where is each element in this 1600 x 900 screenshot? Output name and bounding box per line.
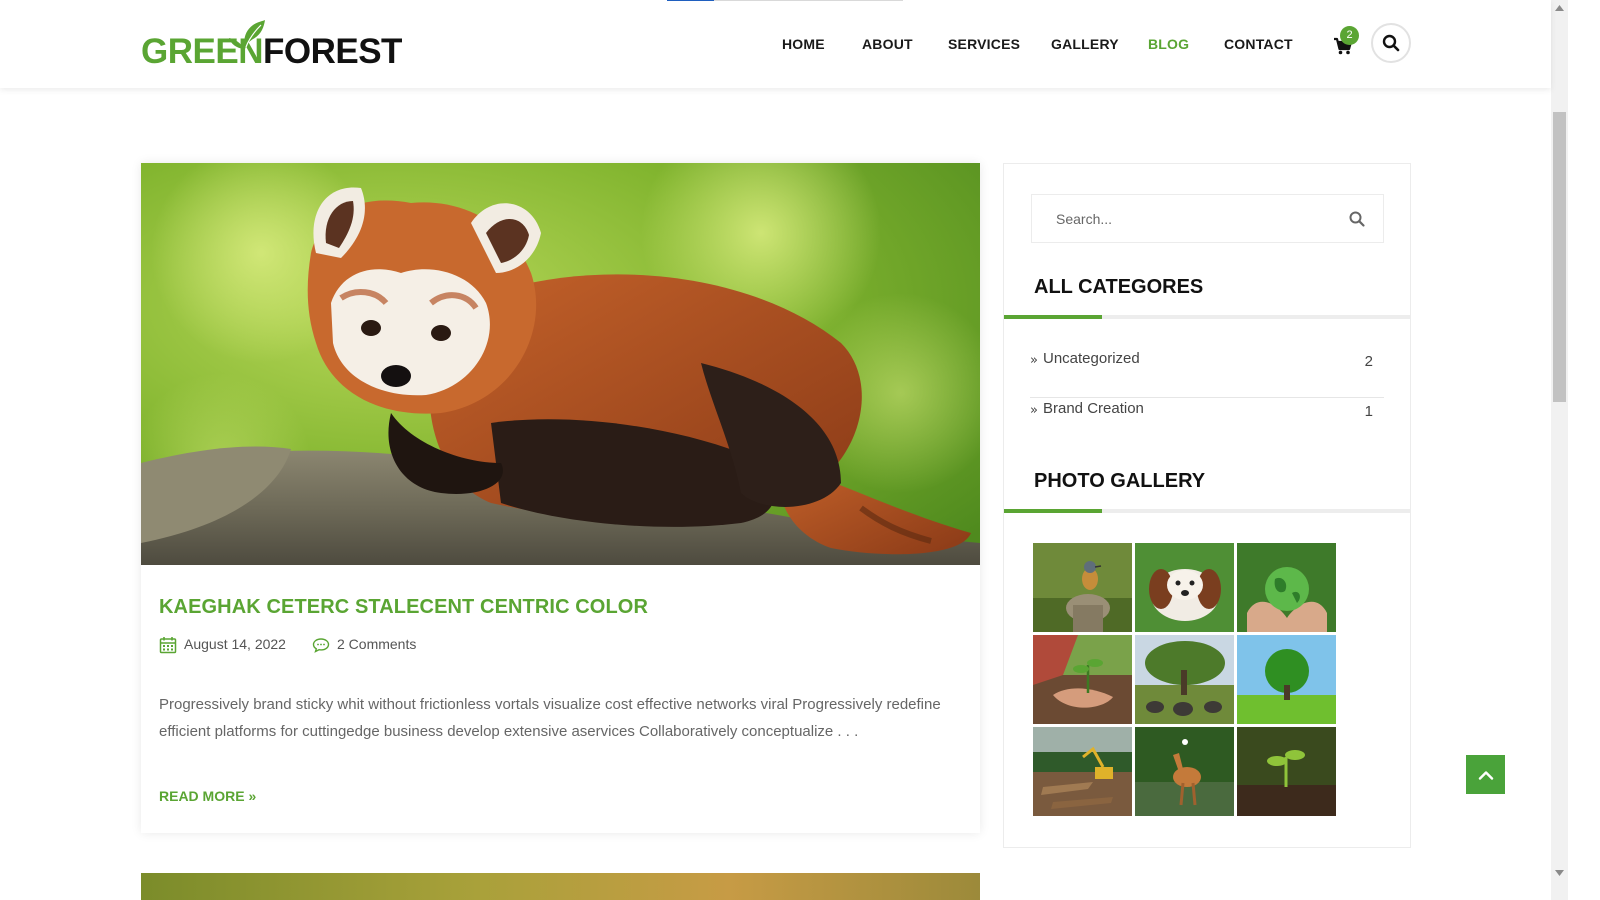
post-featured-image[interactable] [141, 163, 980, 565]
category-label[interactable]: Brand Creation [1043, 400, 1144, 417]
category-label[interactable]: Uncategorized [1043, 350, 1140, 367]
chevron-up-icon [1478, 770, 1493, 780]
gallery-thumb-globe-hands[interactable] [1237, 543, 1336, 632]
leaf-icon [229, 20, 265, 49]
red-panda-image [141, 163, 980, 565]
categories-title: ALL CATEGORES [1034, 276, 1204, 298]
post-comments-link[interactable]: 2 Comments [337, 636, 416, 652]
blog-post-card: KAEGHAK CETERC STALECENT CENTRIC COLOR A… [141, 163, 980, 833]
categories-title-rule-accent [1004, 315, 1102, 319]
nav-services[interactable]: SERVICES [948, 36, 1020, 52]
gallery-title-rule-accent [1004, 509, 1102, 513]
gallery-thumb-deforestation[interactable] [1033, 727, 1132, 816]
double-chevron-right-icon: » [1030, 403, 1038, 418]
gallery-thumb-bird[interactable] [1033, 543, 1132, 632]
nav-gallery[interactable]: GALLERY [1051, 36, 1119, 52]
category-item[interactable]: » Uncategorized 2 [1030, 348, 1384, 398]
sidebar-search-input[interactable] [1032, 195, 1332, 242]
scroll-to-top-button[interactable] [1466, 755, 1505, 794]
sidebar-search [1031, 194, 1384, 243]
gallery-thumb-puppy[interactable] [1135, 543, 1234, 632]
categories-title-rule [1004, 315, 1410, 319]
calendar-icon [159, 637, 177, 654]
gallery-thumb-planting[interactable] [1033, 635, 1132, 724]
comment-icon [312, 638, 330, 653]
category-item[interactable]: » Brand Creation 1 [1030, 398, 1384, 448]
category-count: 1 [1364, 403, 1373, 420]
nav-contact[interactable]: CONTACT [1224, 36, 1293, 52]
sidebar: ALL CATEGORES » Uncategorized 2 » Brand … [1003, 163, 1411, 848]
gallery-thumb-fawn[interactable] [1135, 727, 1234, 816]
double-chevron-right-icon: » [1030, 353, 1038, 368]
nav-about[interactable]: ABOUT [862, 36, 913, 52]
post-excerpt: Progressively brand sticky whit without … [159, 696, 941, 740]
gallery-thumb-sprout[interactable] [1237, 727, 1336, 816]
category-count: 2 [1364, 353, 1373, 370]
header-search-button[interactable] [1371, 23, 1411, 63]
logo-text: GREENFOREST [141, 32, 402, 72]
page-scrollbar[interactable] [1551, 0, 1568, 900]
site-logo[interactable]: GREENFOREST [141, 20, 402, 71]
logo-part-dark: FOREST [262, 32, 402, 71]
gallery-thumb-tree[interactable] [1237, 635, 1336, 724]
scroll-down-arrow-icon[interactable] [1555, 870, 1564, 876]
gallery-title: PHOTO GALLERY [1034, 470, 1206, 492]
next-post-image-peek[interactable] [141, 873, 980, 900]
post-title[interactable]: KAEGHAK CETERC STALECENT CENTRIC COLOR [159, 596, 648, 619]
search-icon[interactable] [1348, 210, 1366, 228]
photo-gallery-grid [1033, 543, 1339, 819]
scrollbar-thumb[interactable] [1553, 112, 1566, 402]
read-more-link[interactable]: READ MORE » [159, 788, 256, 804]
nav-blog[interactable]: BLOG [1148, 36, 1189, 52]
nav-home[interactable]: HOME [782, 36, 825, 52]
scroll-up-arrow-icon[interactable] [1555, 5, 1564, 11]
top-divider-accent [667, 0, 714, 1]
gallery-title-rule [1004, 509, 1410, 513]
post-date: August 14, 2022 [184, 636, 286, 652]
search-icon [1382, 34, 1400, 52]
gallery-thumb-elephants[interactable] [1135, 635, 1234, 724]
site-header: GREENFOREST HOME ABOUT SERVICES GALLERY … [0, 0, 1551, 88]
cart-count-badge: 2 [1340, 26, 1359, 45]
